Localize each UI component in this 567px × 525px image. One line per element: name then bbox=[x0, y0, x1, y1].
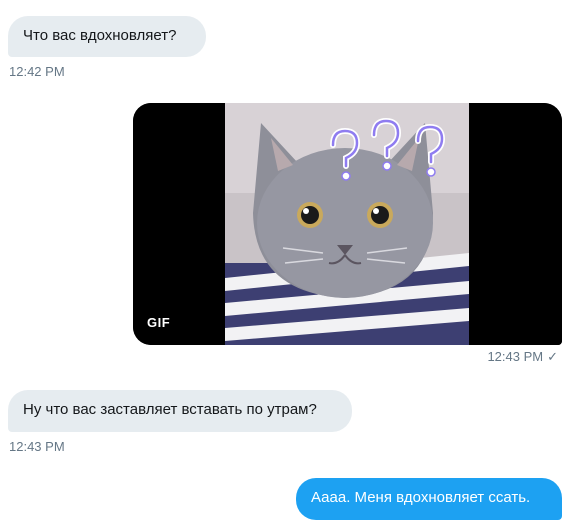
message-text: Аааа. Меня вдохновляет ссать. bbox=[311, 489, 531, 506]
message-meta: 12:43 PM ✓ bbox=[487, 349, 558, 365]
message-timestamp: 12:42 PM bbox=[9, 64, 65, 79]
gif-badge: GIF bbox=[147, 315, 171, 330]
message-timestamp: 12:43 PM bbox=[9, 439, 65, 454]
message-text: Ну что вас заставляет вставать по утрам? bbox=[23, 401, 317, 418]
message-text: Что вас вдохновляет? bbox=[23, 27, 177, 44]
dm-conversation: Что вас вдохновляет? 12:42 PM GIF 12:43 … bbox=[0, 0, 567, 525]
incoming-message-bubble[interactable]: Ну что вас заставляет вставать по утрам? bbox=[8, 390, 352, 432]
cat-gif-image bbox=[133, 103, 562, 345]
checkmark-icon: ✓ bbox=[547, 349, 558, 364]
gif-media[interactable]: GIF bbox=[133, 103, 562, 345]
outgoing-message-bubble[interactable]: Аааа. Меня вдохновляет ссать. bbox=[296, 478, 562, 520]
incoming-message-bubble[interactable]: Что вас вдохновляет? bbox=[8, 16, 206, 57]
message-timestamp: 12:43 PM bbox=[487, 349, 544, 364]
